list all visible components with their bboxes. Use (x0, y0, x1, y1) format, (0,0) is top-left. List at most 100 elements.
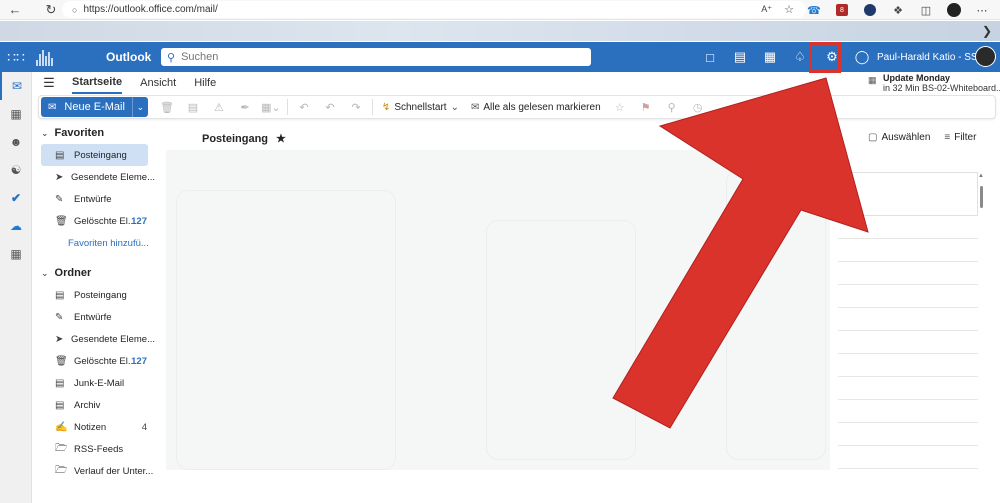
favorite-icon[interactable]: ☆ (784, 3, 794, 16)
folder-item-inbox[interactable]: ▤ Posteingang (41, 144, 148, 166)
avatar[interactable] (975, 46, 996, 67)
tab-ansicht[interactable]: Ansicht (140, 73, 176, 93)
envelope-open-icon: ✉ (470, 101, 480, 113)
meeting-reminder[interactable]: ▦ Update Monday in 32 Min BS-02-Whiteboa… (864, 73, 1000, 93)
filter-button[interactable]: ≡ Filter (944, 132, 976, 143)
folder-label: Archiv (74, 399, 101, 411)
groups-icon[interactable]: ☯ (0, 156, 32, 184)
hamburger-icon[interactable]: ☰ (32, 75, 66, 91)
split-screen-icon[interactable]: ◫ (914, 0, 938, 20)
refresh-icon[interactable]: ↻ (40, 0, 62, 20)
archive-icon[interactable]: ▤ (180, 97, 206, 117)
folder-item-deleted[interactable]: 🗑 Gelöschte El... 127 (33, 210, 155, 232)
puzzle-icon[interactable]: ❖ (886, 0, 910, 20)
scroll-up-icon[interactable]: ▲ (978, 173, 984, 179)
new-mail-button[interactable]: ✉ Neue E-Mail (41, 97, 132, 117)
message-list-actions: ▢ Auswählen ≡ Filter (868, 132, 976, 143)
folder-icon: 🗁 (55, 442, 68, 454)
onedrive-icon[interactable]: ☁ (0, 212, 32, 240)
folder-label: Gelöschte El... (74, 355, 136, 367)
folders-header[interactable]: ⌄ Ordner (33, 262, 155, 284)
todo-icon[interactable]: ✔ (0, 184, 32, 212)
row-divider (838, 330, 978, 331)
sweep-icon[interactable]: ✒ (232, 97, 258, 117)
quick-steps-label: Schnellstart (394, 101, 447, 113)
star-icon[interactable]: ★ (276, 132, 286, 145)
row-divider (838, 422, 978, 423)
favorites-header[interactable]: ⌄ Favoriten (33, 122, 155, 144)
notes-icon: ✍ (55, 421, 68, 433)
tab-startseite[interactable]: Startseite (72, 72, 123, 94)
folder-item-inbox[interactable]: ▤ Posteingang (33, 284, 155, 306)
folder-label: Junk-E-Mail (74, 377, 125, 389)
junk-icon: ▤ (55, 377, 65, 389)
add-favorite-link[interactable]: Favoriten hinzufü... (33, 232, 155, 254)
search-icon: ⚲ (167, 51, 176, 64)
message-list-title: Posteingang (202, 132, 269, 145)
tab-hilfe[interactable]: Hilfe (194, 73, 216, 93)
move-icon[interactable]: ▦⌄ (258, 97, 284, 117)
message-preview-box[interactable] (836, 172, 978, 216)
flag-icon[interactable]: ⚑ (633, 97, 659, 117)
folder-icon: 🗁 (55, 464, 68, 476)
folder-item-drafts[interactable]: ✎ Entwürfe (33, 306, 155, 328)
word-icon[interactable]: ▤ (725, 42, 755, 72)
folder-item-notes[interactable]: ✍ Notizen 4 (33, 416, 155, 438)
delete-icon[interactable]: 🗑 (154, 97, 180, 117)
reply-all-icon[interactable]: ↶ (317, 97, 343, 117)
folder-item-sent[interactable]: ➤ Gesendete Eleme... (33, 328, 155, 350)
forward-icon[interactable]: ↷ (343, 97, 369, 117)
calendar-icon[interactable]: ▦ (0, 100, 32, 128)
folder-item-deleted[interactable]: 🗑 Gelöschte El... 127 (33, 350, 155, 372)
send-icon: ➤ (55, 333, 64, 345)
more-icon[interactable]: ⋯ (970, 0, 994, 20)
folder-item-rss[interactable]: 🗁 RSS-Feeds (33, 438, 155, 460)
folder-item-sent[interactable]: ➤ Gesendete Eleme... (33, 166, 155, 188)
chevron-down-icon[interactable]: ⌄ (131, 97, 148, 117)
back-icon[interactable]: ← (4, 0, 26, 20)
filter-icon: ≡ (944, 132, 951, 143)
reply-icon[interactable]: ↶ (291, 97, 317, 117)
lightbulb-icon[interactable]: ◯ (847, 42, 877, 72)
mark-all-read-button[interactable]: ✉ Alle als gelesen markieren (465, 102, 607, 113)
new-mail-button-group: ✉ Neue E-Mail ⌄ (41, 97, 148, 117)
address-bar[interactable]: ○ https://outlook.office.com/mail/ A⁺ ☆ (62, 1, 806, 18)
trash-icon: 🗑 (55, 355, 68, 367)
read-aloud-icon[interactable]: A⁺ (761, 4, 772, 15)
folder-item-conversation-history[interactable]: 🗁 Verlauf der Unter... (33, 460, 155, 482)
apps-icon[interactable]: ▦ (0, 240, 32, 268)
mail-icon[interactable]: ✉ (0, 72, 32, 100)
app-name[interactable]: Outlook (106, 50, 151, 64)
user-name[interactable]: Paul-Harald Katio - SSI... (877, 52, 989, 63)
folder-label: Entwürfe (74, 311, 112, 323)
organization-logo (36, 46, 92, 68)
favorites-label: Favoriten (54, 127, 105, 139)
app-launcher-icon[interactable]: ∷∷ (0, 42, 32, 72)
report-icon[interactable]: ⚠ (206, 97, 232, 117)
scrollbar-thumb[interactable] (980, 186, 983, 208)
folder-item-drafts[interactable]: ✎ Entwürfe (33, 188, 155, 210)
reminder-subtitle: in 32 Min BS-02-Whiteboard... (883, 83, 1000, 93)
snooze-icon[interactable]: ◷ (685, 97, 711, 117)
select-button[interactable]: ▢ Auswählen (868, 132, 930, 143)
select-label: Auswählen (881, 132, 931, 143)
extension-icon[interactable]: 8 (830, 0, 854, 20)
search-box[interactable]: ⚲ (161, 48, 591, 66)
my-day-icon[interactable]: ▦ (755, 42, 785, 72)
command-bar: ✉ Neue E-Mail ⌄ 🗑 ▤ ⚠ ✒ ▦⌄ ↶ ↶ ↷ ↯ Schne… (38, 95, 996, 119)
search-input[interactable] (181, 51, 562, 63)
folder-item-archive[interactable]: ▤ Archiv (33, 394, 155, 416)
chevron-right-icon[interactable]: ❯ (982, 24, 992, 38)
people-icon[interactable]: ☻ (0, 128, 32, 156)
profile-icon[interactable] (942, 0, 966, 20)
tag-icon[interactable]: ☆ (607, 97, 633, 117)
shield-icon[interactable] (858, 0, 882, 20)
reminder-title: Update Monday (883, 73, 951, 83)
phone-icon[interactable]: ☎ (802, 0, 826, 20)
pin-icon[interactable]: ⚲ (659, 97, 685, 117)
teams-chat-icon[interactable]: □ (695, 42, 725, 72)
folder-item-junk[interactable]: ▤ Junk-E-Mail (33, 372, 155, 394)
quick-steps-button[interactable]: ↯ Schnellstart ⌄ (376, 102, 465, 113)
folder-label: RSS-Feeds (74, 443, 124, 455)
